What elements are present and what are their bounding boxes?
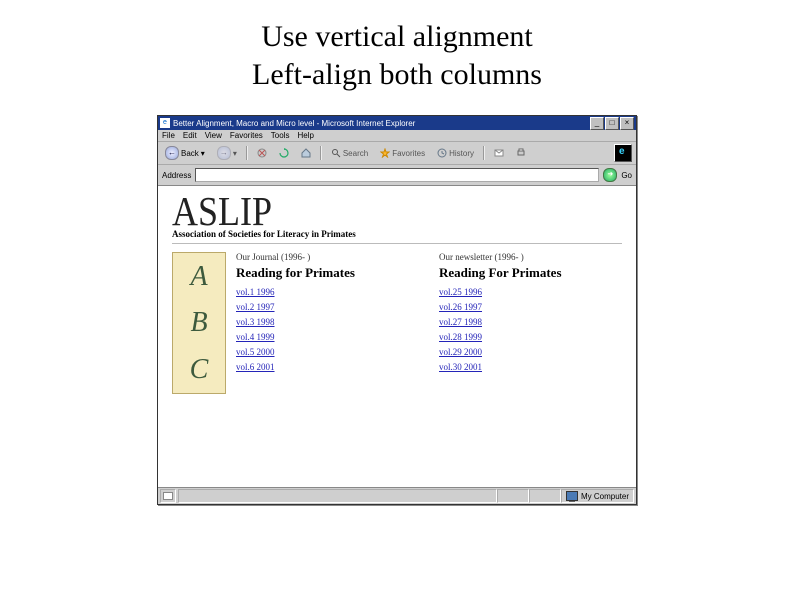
slide-title-line1: Use vertical alignment — [261, 20, 533, 53]
menu-tools[interactable]: Tools — [271, 131, 290, 140]
forward-dropdown-icon: ▾ — [233, 149, 237, 158]
search-icon — [331, 148, 341, 158]
slide-title-line2: Left-align both columns — [252, 58, 542, 91]
close-button[interactable]: × — [620, 117, 634, 130]
journal-link[interactable]: vol.2 1997 — [236, 302, 419, 312]
home-button[interactable] — [298, 147, 314, 159]
abc-image: A B C — [172, 252, 226, 394]
page-content: ASLIP Association of Societies for Liter… — [158, 186, 636, 487]
newsletter-link[interactable]: vol.28 1999 — [439, 332, 622, 342]
print-button[interactable] — [513, 147, 529, 159]
history-label: History — [449, 149, 474, 158]
abc-b: B — [190, 307, 207, 339]
mail-button[interactable] — [491, 147, 507, 159]
menu-edit[interactable]: Edit — [183, 131, 197, 140]
journal-link[interactable]: vol.5 2000 — [236, 347, 419, 357]
refresh-icon — [279, 148, 289, 158]
back-arrow-icon: ← — [165, 146, 179, 160]
refresh-button[interactable] — [276, 147, 292, 159]
journal-heading: Reading for Primates — [236, 265, 419, 281]
menu-file[interactable]: File — [162, 131, 175, 140]
address-input[interactable] — [195, 168, 599, 182]
print-icon — [516, 148, 526, 158]
toolbar-separator — [246, 146, 248, 160]
mail-icon — [494, 148, 504, 158]
status-zone-label: My Computer — [581, 492, 629, 501]
search-label: Search — [343, 149, 368, 158]
journal-column: Our Journal (1996- ) Reading for Primate… — [236, 252, 419, 394]
address-label: Address — [162, 171, 191, 180]
maximize-button[interactable]: □ — [605, 117, 619, 130]
status-zone: My Computer — [561, 489, 634, 503]
forward-button[interactable]: → ▾ — [214, 145, 240, 161]
toolbar-separator — [483, 146, 485, 160]
toolbar-separator — [320, 146, 322, 160]
ie-page-icon: e — [160, 118, 170, 128]
window-title: Better Alignment, Macro and Micro level … — [173, 119, 590, 128]
address-bar: Address ➜ Go — [158, 165, 636, 186]
computer-icon — [566, 491, 578, 501]
menu-favorites[interactable]: Favorites — [230, 131, 263, 140]
history-button[interactable]: History — [434, 147, 477, 159]
minimize-button[interactable]: _ — [590, 117, 604, 130]
search-button[interactable]: Search — [328, 147, 371, 159]
journal-link[interactable]: vol.6 2001 — [236, 362, 419, 372]
site-logo: ASLIP — [172, 193, 622, 230]
newsletter-link[interactable]: vol.25 1996 — [439, 287, 622, 297]
status-page-icon — [160, 489, 176, 503]
title-bar: e Better Alignment, Macro and Micro leve… — [158, 116, 636, 130]
status-cell — [529, 489, 561, 503]
abc-c: C — [190, 354, 209, 386]
newsletter-link[interactable]: vol.26 1997 — [439, 302, 622, 312]
history-icon — [437, 148, 447, 158]
newsletter-link[interactable]: vol.30 2001 — [439, 362, 622, 372]
status-bar: My Computer — [158, 487, 636, 504]
status-cell — [178, 489, 497, 503]
journal-link[interactable]: vol.4 1999 — [236, 332, 419, 342]
stop-button[interactable] — [254, 147, 270, 159]
menu-view[interactable]: View — [205, 131, 222, 140]
newsletter-link[interactable]: vol.27 1998 — [439, 317, 622, 327]
home-icon — [301, 148, 311, 158]
menu-help[interactable]: Help — [297, 131, 313, 140]
browser-window: e Better Alignment, Macro and Micro leve… — [157, 115, 637, 505]
forward-arrow-icon: → — [217, 146, 231, 160]
menu-bar: File Edit View Favorites Tools Help — [158, 130, 636, 142]
go-label: Go — [621, 171, 632, 180]
newsletter-heading: Reading For Primates — [439, 265, 622, 281]
newsletter-link[interactable]: vol.29 2000 — [439, 347, 622, 357]
journal-link[interactable]: vol.1 1996 — [236, 287, 419, 297]
status-cell — [497, 489, 529, 503]
favorites-icon — [380, 148, 390, 158]
journal-caption: Our Journal (1996- ) — [236, 252, 419, 262]
ie-throbber-icon — [614, 144, 632, 162]
slide-title: Use vertical alignment Left-align both c… — [0, 18, 794, 93]
toolbar: ← Back ▾ → ▾ Search Favorites Histor — [158, 142, 636, 165]
go-button[interactable]: ➜ — [603, 168, 617, 182]
journal-link[interactable]: vol.3 1998 — [236, 317, 419, 327]
back-dropdown-icon: ▾ — [201, 149, 205, 158]
abc-a: A — [190, 261, 207, 293]
newsletter-caption: Our newsletter (1996- ) — [439, 252, 622, 262]
back-button[interactable]: ← Back ▾ — [162, 145, 208, 161]
favorites-button[interactable]: Favorites — [377, 147, 428, 159]
divider — [172, 243, 622, 244]
back-label: Back — [181, 149, 199, 158]
stop-icon — [257, 148, 267, 158]
favorites-label: Favorites — [392, 149, 425, 158]
newsletter-column: Our newsletter (1996- ) Reading For Prim… — [439, 252, 622, 394]
